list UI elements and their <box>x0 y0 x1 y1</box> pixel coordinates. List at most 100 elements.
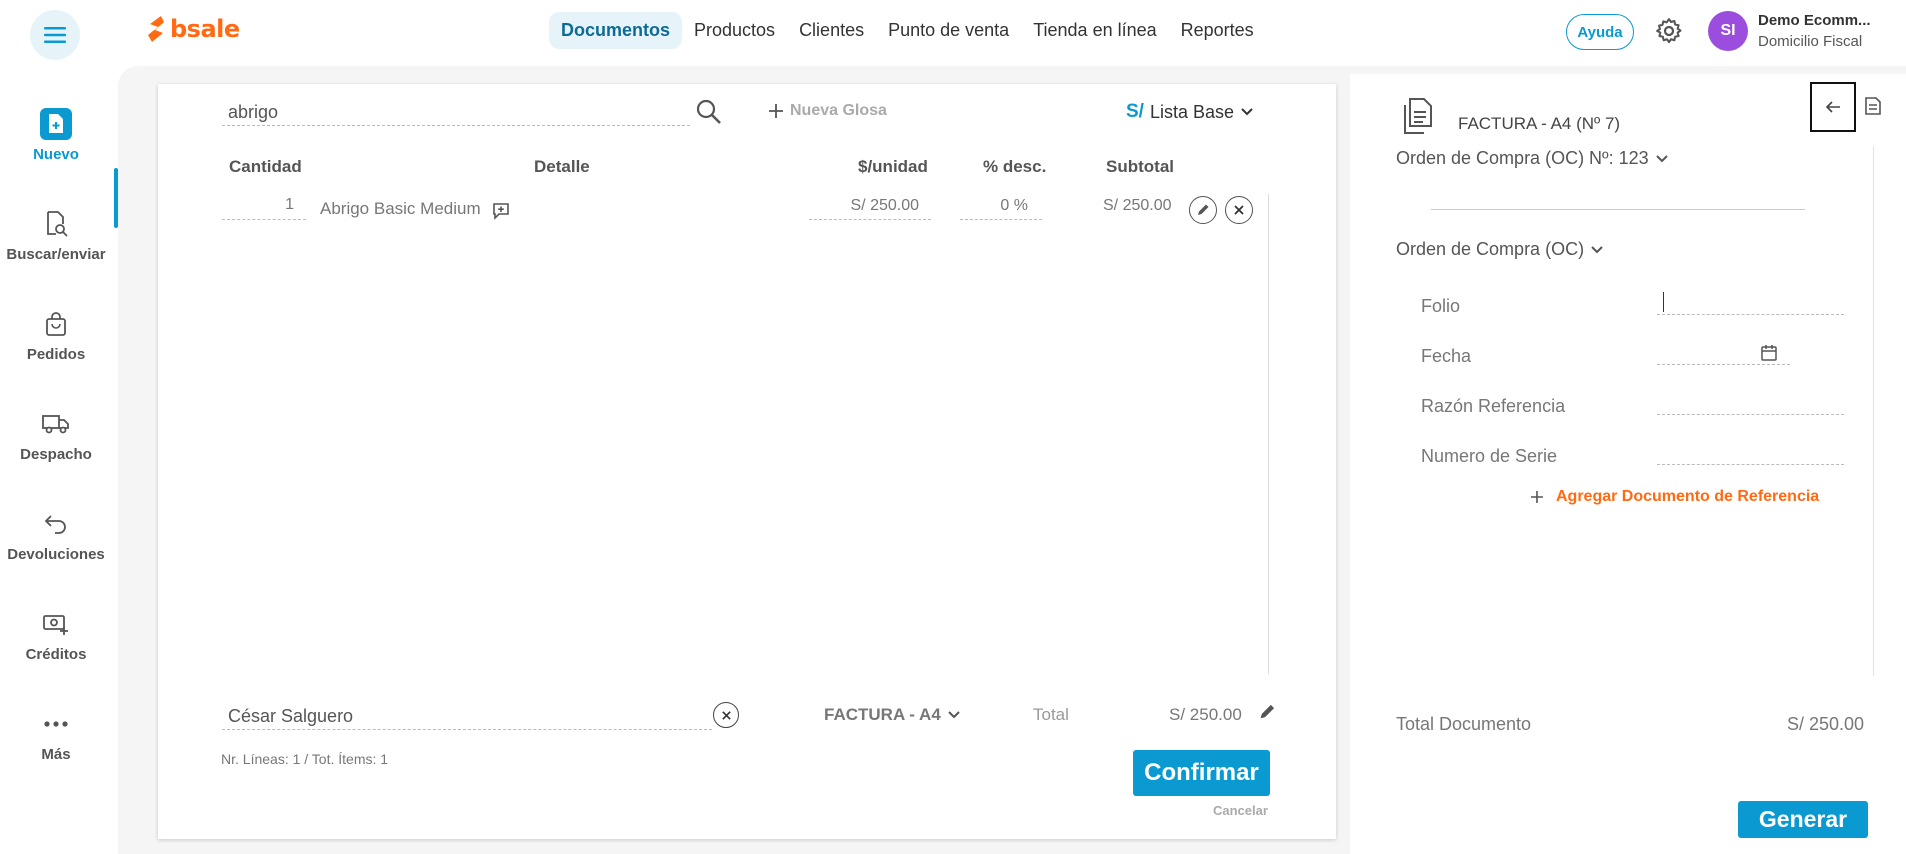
sidebar-item-label: Devoluciones <box>7 546 105 563</box>
column-header-discount: % desc. <box>983 157 1047 176</box>
sidebar-item-buscar-enviar[interactable]: Buscar/enviar <box>0 208 112 263</box>
scrollbar-track[interactable] <box>1268 194 1269 674</box>
chevron-down-icon <box>948 711 960 719</box>
total-label: Total <box>1033 705 1069 724</box>
search-document-icon <box>40 208 72 240</box>
product-search-input[interactable]: abrigo <box>222 98 690 126</box>
lines-summary: Nr. Líneas: 1 / Tot. Ítems: 1 <box>221 751 389 767</box>
chevron-down-icon <box>1655 154 1668 162</box>
sidebar-item-creditos[interactable]: Créditos <box>0 608 112 663</box>
document-type-selector[interactable]: FACTURA - A4 <box>824 705 961 725</box>
close-icon <box>1234 205 1244 215</box>
document-icon <box>1404 98 1432 134</box>
total-document-label: Total Documento <box>1396 714 1532 734</box>
add-reference-button[interactable]: Agregar Documento de Referencia <box>1530 488 1819 506</box>
sidebar-item-pedidos[interactable]: Pedidos <box>0 308 112 363</box>
main-navigation: Documentos Productos Clientes Punto de v… <box>549 12 1266 49</box>
account-branch: Domicilio Fiscal <box>1758 33 1863 50</box>
price-list-selector[interactable]: S/ Lista Base <box>1126 101 1254 123</box>
sidebar-item-label: Más <box>41 746 71 763</box>
top-bar: bsale Documentos Productos Clientes Punt… <box>0 0 1906 62</box>
nav-tienda-en-linea[interactable]: Tienda en línea <box>1021 12 1168 49</box>
oc-section-toggle[interactable]: Orden de Compra (OC) <box>1396 239 1604 260</box>
back-button[interactable] <box>1810 82 1856 132</box>
column-header-detalle: Detalle <box>534 157 590 176</box>
item-detail: Abrigo Basic Medium <box>320 199 481 218</box>
fecha-label: Fecha <box>1421 346 1472 366</box>
account-name[interactable]: Demo Ecomm... <box>1758 12 1871 29</box>
price-list-label: Lista Base <box>1149 101 1235 122</box>
document-details-panel: FACTURA - A4 (Nº 7) Orden de Compra (OC)… <box>1350 74 1906 854</box>
folio-label: Folio <box>1421 296 1461 316</box>
gear-icon[interactable] <box>1654 16 1684 46</box>
truck-icon <box>40 408 72 440</box>
nav-documentos[interactable]: Documentos <box>549 12 683 49</box>
new-gloss-button[interactable]: Nueva Glosa <box>768 102 887 120</box>
confirm-button[interactable]: Confirmar <box>1133 750 1270 796</box>
row-subtotal: S/ 250.00 <box>1103 197 1172 214</box>
return-arrow-icon <box>40 508 72 540</box>
hamburger-icon <box>44 27 66 43</box>
sidebar-item-mas[interactable]: Más <box>0 708 112 763</box>
nav-productos[interactable]: Productos <box>682 12 787 49</box>
user-avatar[interactable]: SI <box>1708 11 1748 51</box>
numero-serie-label: Numero de Serie <box>1421 446 1558 466</box>
bsale-logo-icon <box>148 16 164 42</box>
nav-clientes[interactable]: Clientes <box>787 12 876 49</box>
oc-summary-toggle[interactable]: Orden de Compra (OC) Nº: 123 <box>1396 148 1669 169</box>
scrollbar-track[interactable] <box>1873 146 1874 676</box>
cancel-link[interactable]: Cancelar <box>1213 803 1268 818</box>
folio-input[interactable] <box>1657 314 1844 315</box>
currency-symbol: S/ <box>1126 101 1144 122</box>
document-title: FACTURA - A4 (Nº 7) <box>1458 114 1621 133</box>
unit-price-input[interactable]: S/ 250.00 <box>809 194 931 220</box>
calendar-icon[interactable] <box>1760 344 1778 362</box>
plus-icon <box>1531 491 1543 503</box>
document-type-label: FACTURA - A4 <box>824 705 941 724</box>
oc-section-label: Orden de Compra (OC) <box>1396 239 1585 259</box>
more-dots-icon <box>40 708 72 740</box>
plus-icon <box>769 104 783 118</box>
cash-plus-icon <box>40 608 72 640</box>
quantity-input[interactable]: 1 <box>222 194 306 220</box>
clear-client-button[interactable] <box>713 702 739 728</box>
text-cursor <box>1663 292 1664 312</box>
sidebar-item-label: Despacho <box>20 446 92 463</box>
column-header-subtotal: Subtotal <box>1106 157 1174 176</box>
nav-punto-de-venta[interactable]: Punto de venta <box>876 12 1021 49</box>
numero-serie-input[interactable] <box>1657 464 1844 465</box>
razon-referencia-input[interactable] <box>1657 414 1844 415</box>
hamburger-menu-button[interactable] <box>30 10 80 60</box>
oc-summary-label: Orden de Compra (OC) Nº: 123 <box>1396 148 1649 168</box>
remove-row-button[interactable] <box>1225 196 1253 224</box>
help-button[interactable]: Ayuda <box>1566 14 1634 50</box>
sidebar-item-nuevo[interactable]: Nuevo <box>0 108 112 163</box>
chevron-down-icon <box>1241 108 1253 116</box>
search-icon[interactable] <box>695 98 723 126</box>
sidebar-item-label: Nuevo <box>33 146 79 163</box>
client-input[interactable]: César Salguero <box>222 700 712 730</box>
sidebar: Nuevo Buscar/enviar Pedidos Despacho Dev… <box>0 62 118 854</box>
new-document-icon <box>40 108 72 140</box>
razon-referencia-label: Razón Referencia <box>1421 396 1566 416</box>
document-settings-icon[interactable] <box>1864 96 1882 116</box>
total-document-value: S/ 250.00 <box>1787 714 1865 734</box>
chevron-down-icon <box>1591 245 1603 253</box>
nav-reportes[interactable]: Reportes <box>1169 12 1266 49</box>
generate-button[interactable]: Generar <box>1738 801 1868 838</box>
pencil-icon[interactable] <box>1258 703 1276 721</box>
brand-name: bsale <box>170 15 240 43</box>
divider <box>1431 209 1805 210</box>
add-comment-icon[interactable] <box>492 202 510 220</box>
sidebar-item-label: Pedidos <box>26 346 86 363</box>
add-reference-label: Agregar Documento de Referencia <box>1556 488 1820 505</box>
edit-row-button[interactable] <box>1189 196 1217 224</box>
bsale-logo[interactable]: bsale <box>146 15 240 43</box>
column-header-cantidad: Cantidad <box>229 157 302 176</box>
document-editor-card: abrigo Nueva Glosa S/ Lista Base Cantida… <box>158 84 1336 839</box>
discount-input[interactable]: 0 % <box>960 194 1042 220</box>
fecha-input[interactable] <box>1657 364 1790 365</box>
sidebar-item-despacho[interactable]: Despacho <box>0 408 112 463</box>
sidebar-item-devoluciones[interactable]: Devoluciones <box>0 508 112 563</box>
arrow-left-icon <box>1825 101 1840 113</box>
